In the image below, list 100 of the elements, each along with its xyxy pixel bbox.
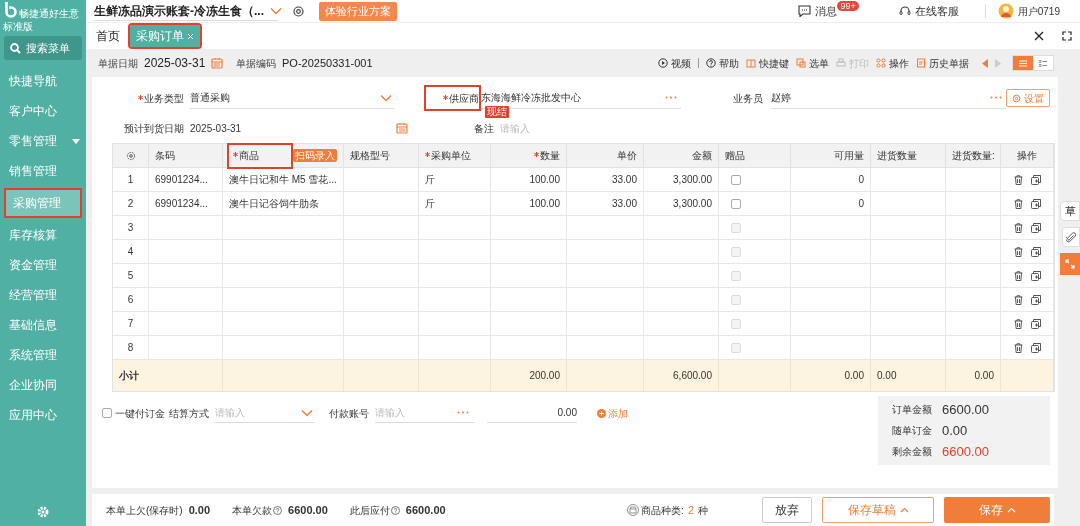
trash-icon[interactable] (1013, 198, 1023, 209)
copy-icon[interactable] (1030, 270, 1041, 281)
column-header: 赠品 (725, 149, 745, 163)
summary-label: 订单金额 (892, 403, 932, 417)
sidebar-item[interactable]: 库存核算 (0, 220, 86, 250)
headset-icon (898, 5, 911, 17)
expand-icon (1065, 259, 1075, 269)
remark-field[interactable]: 请输入 (500, 118, 700, 138)
row-number: 7 (127, 317, 134, 331)
more-icon[interactable] (664, 96, 677, 99)
copy-icon[interactable] (1030, 246, 1041, 257)
sidebar-item[interactable]: 应用中心 (0, 400, 86, 430)
attachment-button[interactable] (1062, 227, 1080, 247)
copy-icon[interactable] (1030, 294, 1041, 305)
deposit-checkbox[interactable] (102, 408, 112, 418)
toolbar-button[interactable]: 操作 (876, 55, 909, 71)
copy-icon[interactable] (1030, 198, 1041, 209)
toolbar-button[interactable]: 历史单据 (916, 55, 969, 71)
dropdown-field[interactable]: 请输入 (215, 403, 315, 423)
view-toggle[interactable] (1013, 56, 1033, 70)
toolbar-button[interactable]: 快捷键 (746, 55, 789, 71)
draft-button[interactable]: 草 (1060, 201, 1080, 221)
table-cell-text: 0.00 (974, 369, 994, 383)
trash-icon[interactable] (1013, 174, 1023, 185)
sidebar-item[interactable]: 基础信息 (0, 310, 86, 340)
gift-checkbox[interactable] (731, 198, 741, 209)
copy-icon[interactable] (1030, 342, 1041, 353)
play-icon (658, 58, 668, 68)
toolbar-button[interactable]: 选单 (796, 55, 829, 71)
sidebar-item[interactable]: 客户中心 (0, 96, 86, 126)
sidebar-item[interactable]: 系统管理 (0, 340, 86, 370)
fullscreen-icon[interactable] (1062, 31, 1072, 41)
logo-icon (3, 1, 17, 20)
summary-label: 随单订金 (892, 424, 932, 438)
copy-icon[interactable] (1030, 222, 1041, 233)
trash-icon[interactable] (1013, 318, 1023, 329)
chevron-down-icon (379, 93, 392, 102)
settings-button[interactable]: 设置 (1006, 89, 1050, 107)
settings-icon[interactable] (125, 150, 136, 161)
add-button[interactable]: 添加 (597, 405, 628, 421)
view-toggle[interactable] (1033, 56, 1053, 70)
date-field[interactable]: 2025-03-31 (144, 54, 224, 72)
tab[interactable]: 采购订单 (130, 25, 200, 47)
row-number: 6 (127, 293, 134, 307)
settings-icon[interactable] (292, 4, 305, 18)
promo-button[interactable]: 体验行业方案 (319, 1, 397, 21)
sidebar-item[interactable]: 采购管理 (4, 188, 82, 218)
sidebar-item[interactable]: 零售管理 (0, 126, 86, 156)
close-icon[interactable] (1034, 31, 1044, 41)
plus-icon (597, 408, 606, 418)
column-header: 金额 (692, 149, 712, 163)
table-cell-text: 斤 (425, 197, 435, 211)
caret-down-icon (72, 138, 80, 144)
sidebar-item[interactable]: 销售管理 (0, 156, 86, 186)
field-label: 备注 (473, 121, 494, 136)
tab[interactable]: 首页 (90, 25, 126, 47)
row-number: 2 (127, 197, 134, 211)
more-icon[interactable] (457, 411, 469, 414)
account-selector[interactable]: 生鲜冻品演示账套-冷冻生食（... (94, 1, 278, 21)
sidebar-item[interactable]: 经营管理 (0, 280, 86, 310)
save-draft-button[interactable]: 保存草稿 (822, 497, 934, 523)
copy-icon[interactable] (1030, 174, 1041, 185)
toolbar-button[interactable]: 视频 (658, 55, 691, 71)
table-cell-text: 0 (858, 173, 864, 187)
discard-button[interactable]: 放弃 (762, 497, 812, 523)
save-button[interactable]: 保存 (944, 497, 1050, 523)
sidebar-item[interactable]: 资金管理 (0, 250, 86, 280)
messages-button[interactable]: 消息 (798, 2, 838, 20)
support-button[interactable]: 在线客服 (898, 2, 959, 20)
field-label: 业务员 (731, 91, 763, 106)
trash-icon[interactable] (1013, 270, 1023, 281)
trash-icon[interactable] (1013, 342, 1023, 353)
column-header: 单价 (617, 149, 637, 163)
required-icon (233, 151, 238, 157)
trash-icon[interactable] (1013, 246, 1023, 257)
sidebar-item[interactable]: 企业协同 (0, 370, 86, 400)
trash-icon[interactable] (1013, 222, 1023, 233)
amount-field[interactable]: 0.00 (487, 403, 577, 423)
user-menu[interactable]: 用户0719 (997, 3, 1060, 19)
lookup-field[interactable]: 赵婷 (770, 87, 1006, 109)
trash-icon[interactable] (1013, 294, 1023, 305)
lookup-field[interactable]: 请输入 (375, 403, 475, 423)
column-header: 操作 (1017, 149, 1037, 163)
required-icon (442, 94, 448, 100)
gift-checkbox[interactable] (731, 174, 741, 185)
grid-icon (876, 58, 886, 68)
scan-entry-button[interactable]: 扫码录入 (293, 149, 337, 162)
field-label: 供应商 (423, 85, 481, 111)
search-menu-button[interactable]: 搜索菜单 (4, 36, 82, 60)
more-icon[interactable] (990, 96, 1002, 99)
date-field[interactable]: 2025-03-31 (190, 118, 410, 138)
toolbar-button[interactable]: 帮助 (706, 55, 739, 71)
stat-value: 0.00 (188, 502, 211, 518)
document-code: PO-20250331-001 (282, 55, 373, 71)
document-icon (916, 58, 926, 68)
copy-icon[interactable] (1030, 318, 1041, 329)
column-header: 进货数量 (877, 149, 917, 163)
sidebar-item[interactable]: 快捷导航 (0, 66, 86, 96)
dropdown-field[interactable]: 普通采购 (190, 87, 394, 109)
column-header: 规格型号 (350, 149, 390, 163)
